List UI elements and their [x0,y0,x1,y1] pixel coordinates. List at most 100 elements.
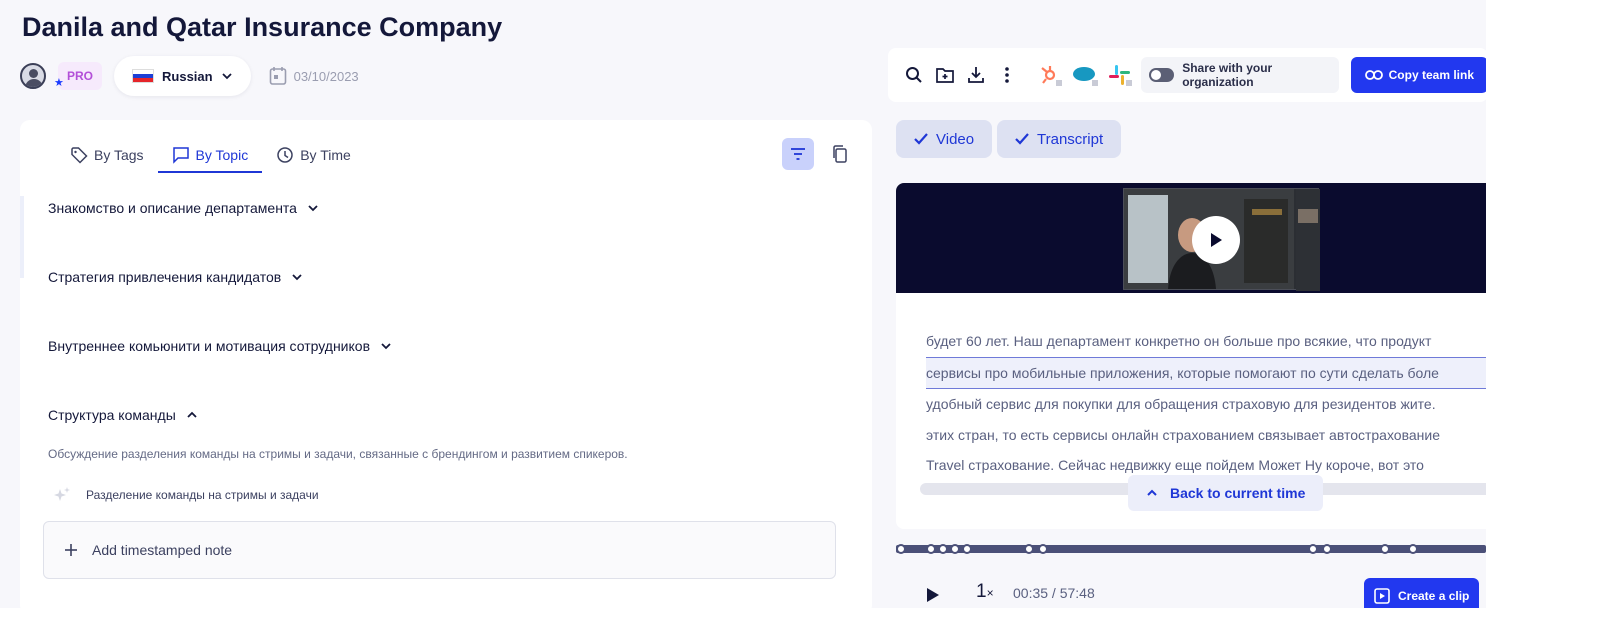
tab-label: By Time [300,146,351,163]
timeline-marker[interactable] [950,544,960,554]
date-label: 03/10/2023 [293,68,359,84]
create-clip-button[interactable]: Create a clip [1364,578,1480,608]
chip-label: Transcript [1037,130,1104,148]
more-vertical-icon [1005,67,1009,83]
app-window: Danila and Qatar Insurance Company ★ PRO… [0,0,1486,608]
clip-label: Create a clip [1398,589,1470,603]
calendar-icon [269,67,286,85]
filter-icon [791,148,805,160]
topic-label: Знакомство и описание департамента [48,200,297,216]
clip-icon [1374,588,1390,604]
timeline-marker[interactable] [1322,544,1332,554]
player-controls: 1× 00:35 / 57:48 Create a clip [896,575,1486,608]
topic-description: Обсуждение разделения команды на стримы … [48,447,628,461]
transcript-line[interactable]: удобный сервис для покупки для обращения… [926,389,1486,420]
hubspot-icon [1041,66,1063,86]
plus-icon [65,544,77,556]
view-tabs: By Tags By Topic By Time [56,138,365,173]
avatar[interactable] [20,63,46,89]
russia-flag-icon [132,69,155,83]
clock-icon [277,146,293,163]
copy-team-link-button[interactable]: Copy team link [1350,57,1486,93]
page-title: Danila and Qatar Insurance Company [22,12,503,42]
video-transcript-card: будет 60 лет. Наш департамент конкретно … [896,183,1486,529]
chevron-up-icon [1147,489,1157,496]
folder-add-icon [935,68,954,83]
playback-timeline[interactable] [896,544,1486,554]
tab-label: By Topic [195,146,249,163]
share-label: Share with your organization [1182,61,1273,89]
check-icon [914,133,928,145]
tab-label: By Tags [94,146,144,163]
recording-toolbar: Share with your organization Copy team l… [888,48,1486,102]
timeline-marker[interactable] [1308,544,1318,554]
timeline-marker[interactable] [1038,544,1048,554]
chat-icon [172,146,189,164]
topic-label: Стратегия привлечения кандидатов [48,269,282,285]
chevron-down-icon [308,205,318,212]
copy-icon [833,145,847,163]
language-select[interactable]: Russian [114,56,251,96]
transcript-line[interactable]: этих стран, то есть сервисы онлайн страх… [926,420,1486,451]
subtopic-item[interactable]: Разделение команды на стримы и задачи [52,485,319,505]
add-to-folder-button[interactable] [931,60,958,90]
back-to-current-time-button[interactable]: Back to current time [1128,475,1324,511]
transcript-filter-chip[interactable]: Transcript [997,120,1122,158]
transcript-text: будет 60 лет. Наш департамент конкретно … [926,326,1486,481]
share-with-organization-toggle[interactable]: Share with your organization [1140,57,1339,93]
tab-by-tags[interactable]: By Tags [56,138,158,173]
topic-item-expanded[interactable]: Структура команды [48,407,198,423]
slack-integration[interactable] [1104,60,1135,90]
chevron-down-icon [292,274,302,281]
time-display: 00:35 / 57:48 [1013,585,1095,601]
subtopic-label: Разделение команды на стримы и задачи [86,488,319,502]
topic-highlight-bar [20,196,24,278]
add-note-label: Add timestamped note [92,542,233,558]
copy-button[interactable] [824,138,856,170]
timeline-marker[interactable] [1024,544,1034,554]
chip-label: Video [936,130,975,148]
chevron-down-icon [381,343,391,350]
download-button[interactable] [962,60,989,90]
toggle-switch[interactable] [1148,68,1175,82]
more-options-button[interactable] [993,60,1020,90]
filter-button[interactable] [782,138,814,170]
language-label: Russian [162,68,213,84]
timeline-marker[interactable] [926,544,936,554]
back-label: Back to current time [1170,485,1306,501]
transcript-line-current[interactable]: сервисы про мобильные приложения, которы… [926,356,1486,389]
playback-speed-button[interactable]: 1× [976,581,994,603]
play-video-button[interactable] [1192,216,1240,264]
salesforce-integration[interactable] [1069,60,1100,90]
speed-value: 1 [976,581,987,602]
chevron-down-icon [221,73,232,80]
topic-item[interactable]: Знакомство и описание департамента [48,200,319,216]
meeting-date: 03/10/2023 [269,66,359,86]
hubspot-integration[interactable] [1035,60,1066,90]
topic-item[interactable]: Внутреннее комьюнити и мотивация сотрудн… [48,338,392,354]
timeline-marker[interactable] [1408,544,1418,554]
tab-by-topic[interactable]: By Topic [157,138,263,173]
copy-link-label: Copy team link [1388,68,1474,82]
play-button[interactable] [926,587,940,608]
star-icon: ★ [54,77,64,89]
timeline-marker[interactable] [896,544,906,554]
add-timestamped-note-button[interactable]: Add timestamped note [43,521,836,579]
salesforce-icon [1072,67,1098,86]
timeline-marker[interactable] [1380,544,1390,554]
video-filter-chip[interactable]: Video [896,120,993,158]
topic-item[interactable]: Стратегия привлечения кандидатов [48,269,303,285]
speed-suffix: × [986,586,994,600]
timeline-marker[interactable] [938,544,948,554]
timeline-marker[interactable] [962,544,972,554]
link-icon [1364,70,1383,80]
meeting-meta: ★ PRO Russian 03/10/2023 [20,56,359,96]
topic-label: Внутреннее комьюнити и мотивация сотрудн… [48,338,370,354]
transcript-line[interactable]: будет 60 лет. Наш департамент конкретно … [926,326,1486,357]
video-player[interactable] [896,183,1486,293]
download-icon [967,67,984,83]
search-button[interactable] [900,60,927,90]
sparkle-icon [54,487,70,501]
tab-by-time[interactable]: By Time [262,138,365,173]
play-icon [1211,233,1222,247]
